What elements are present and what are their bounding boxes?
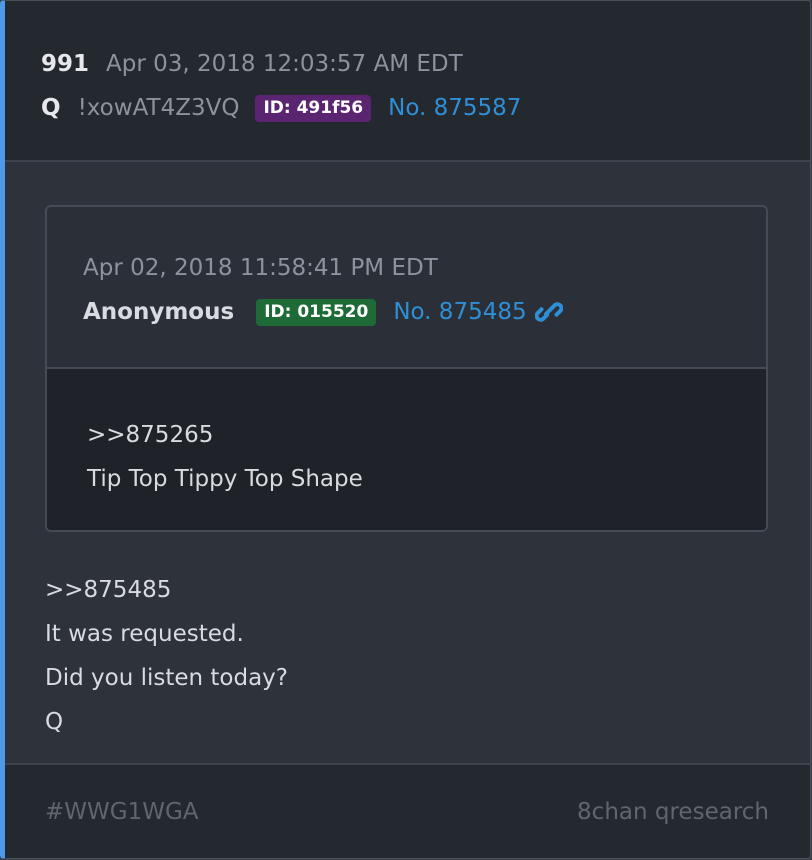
post-number-link[interactable]: No. 875587 xyxy=(388,95,521,121)
quoted-line-text: Tip Top Tippy Top Shape xyxy=(87,466,363,492)
quoted-post-id-badge: ID: 015520 xyxy=(256,298,377,326)
quoted-post-number-link[interactable]: No. 875485 xyxy=(393,299,526,325)
post-message: >>875485 It was requested. Did you liste… xyxy=(45,574,810,750)
link-icon[interactable] xyxy=(534,299,563,325)
quoted-post: Apr 02, 2018 11:58:41 PM EDT Anonymous I… xyxy=(45,205,768,532)
quoted-post-content: >>875265 Tip Top Tippy Top Shape xyxy=(47,369,766,530)
message-signature: Q xyxy=(45,709,64,735)
quoted-post-header: Apr 02, 2018 11:58:41 PM EDT Anonymous I… xyxy=(47,207,766,369)
message-line: Did you listen today? xyxy=(45,665,289,691)
post-date: Apr 03, 2018 12:03:57 AM EDT xyxy=(106,51,463,77)
quoted-post-author: Anonymous xyxy=(83,299,235,325)
post-header: 991 Apr 03, 2018 12:03:57 AM EDT Q !xowA… xyxy=(5,1,810,162)
post-body: Apr 02, 2018 11:58:41 PM EDT Anonymous I… xyxy=(5,162,810,750)
post-id-badge: ID: 491f56 xyxy=(255,94,372,122)
post-author: Q xyxy=(41,95,61,121)
hashtag: #WWG1WGA xyxy=(45,798,199,825)
message-line: It was requested. xyxy=(45,621,244,647)
post-card: 991 Apr 03, 2018 12:03:57 AM EDT Q !xowA… xyxy=(0,0,811,859)
quoted-line-reply-ref[interactable]: >>875265 xyxy=(87,419,766,463)
source-label: 8chan qresearch xyxy=(577,798,769,825)
post-number: 991 xyxy=(41,51,90,77)
quoted-post-date: Apr 02, 2018 11:58:41 PM EDT xyxy=(83,255,438,281)
post-footer: #WWG1WGA 8chan qresearch xyxy=(5,763,810,858)
post-tripcode: !xowAT4Z3VQ xyxy=(77,95,240,121)
message-reply-ref[interactable]: >>875485 xyxy=(45,574,810,618)
